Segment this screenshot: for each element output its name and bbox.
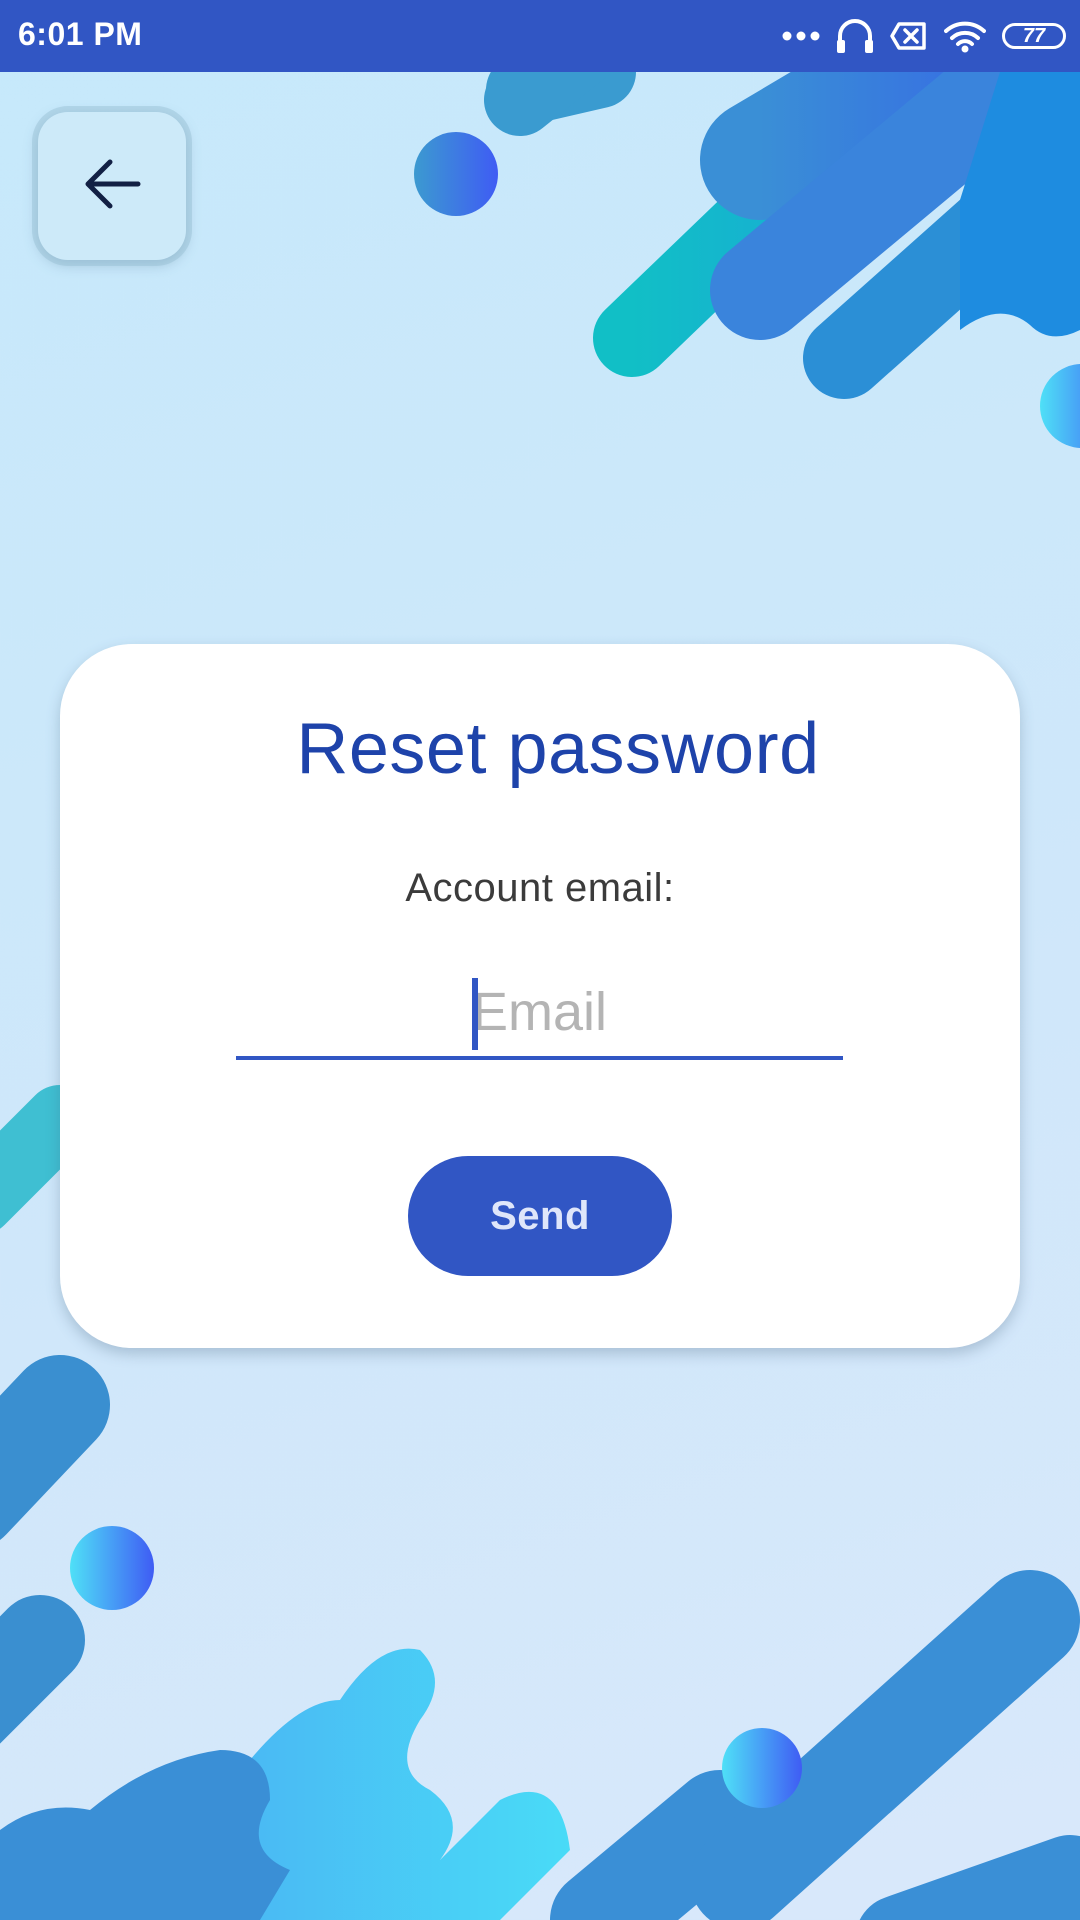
arrow-left-icon (82, 158, 142, 215)
headphones-icon (836, 18, 874, 54)
more-dots-icon (782, 30, 820, 42)
email-label: Account email: (405, 866, 675, 910)
send-button[interactable]: Send (408, 1156, 672, 1276)
status-bar: 6:01 PM 77 (0, 0, 1080, 72)
status-icons: 77 (782, 14, 1066, 58)
page-title: Reset password (296, 709, 820, 789)
text-cursor (472, 978, 478, 1050)
wifi-icon (944, 19, 986, 53)
back-button[interactable] (38, 112, 186, 260)
email-field[interactable] (236, 968, 843, 1060)
no-sim-icon (890, 21, 928, 51)
status-time: 6:01 PM (18, 16, 143, 52)
battery-icon: 77 (1002, 23, 1066, 49)
